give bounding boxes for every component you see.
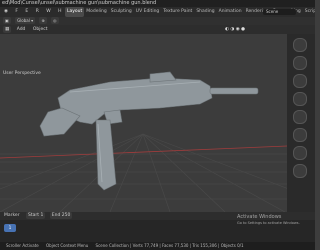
status-bar: Scroller Activate Object Context Menu Sc… — [0, 242, 315, 250]
navigation-gizmo-column — [287, 34, 315, 212]
windows-activation-watermark: Activate Windows Go to Settings to activ… — [237, 214, 300, 226]
viewport-overlay-label: User Perspective — [3, 71, 41, 76]
menu-marker[interactable]: Marker — [2, 212, 22, 220]
gun-barrel — [209, 87, 259, 95]
tab-modeling[interactable]: Modeling — [84, 7, 108, 17]
current-frame-indicator[interactable]: 1 — [4, 224, 16, 232]
pan-hand-icon[interactable] — [293, 74, 307, 88]
menu-help[interactable]: H — [56, 7, 63, 17]
tab-shading[interactable]: Shading — [194, 7, 216, 17]
tab-animation[interactable]: Animation — [217, 7, 244, 17]
properties-render-icon[interactable] — [293, 128, 307, 142]
menu-object[interactable]: Object — [31, 25, 50, 34]
menu-file[interactable]: F — [13, 7, 20, 17]
properties-material-icon[interactable] — [293, 164, 307, 178]
transform-orientation-dropdown[interactable]: Global ▾ — [15, 17, 36, 24]
tab-sculpting[interactable]: Sculpting — [109, 7, 134, 17]
properties-object-icon[interactable] — [293, 146, 307, 160]
status-left: Scroller Activate — [6, 243, 39, 248]
proportional-icon[interactable]: ◎ — [51, 17, 59, 24]
perspective-toggle-icon[interactable] — [293, 110, 307, 124]
frame-start-value: 1 — [40, 213, 44, 218]
window-titlebar: ed\Mod\Cunsel\unsel\submachine gun\subma… — [0, 0, 315, 7]
frame-end-value: 250 — [61, 213, 71, 218]
navigation-gizmo[interactable] — [293, 38, 307, 52]
scene-selector[interactable]: Scene — [263, 9, 296, 15]
tab-layout[interactable]: Layout — [64, 7, 85, 17]
status-right: Scene Collection | Verts 77,749 | Faces … — [95, 243, 244, 248]
window-title: ed\Mod\Cunsel\unsel\submachine gun\subma… — [2, 0, 157, 6]
menu-window[interactable]: W — [44, 7, 52, 17]
viewport-shading-icons[interactable]: ◐ ◑ ◉ ● — [225, 25, 245, 34]
status-mid: Object Context Menu — [46, 243, 89, 248]
blender-logo-icon[interactable]: ◉ — [2, 7, 10, 17]
menu-add[interactable]: Add — [15, 25, 28, 34]
watermark-line-2: Go to Settings to activate Windows. — [237, 221, 300, 225]
snap-icon[interactable]: ⊕ — [39, 17, 47, 24]
menu-edit[interactable]: E — [23, 7, 30, 17]
tab-uv-editing[interactable]: UV Editing — [134, 7, 161, 17]
viewport-canvas[interactable] — [0, 34, 287, 212]
tool-header: ▣ Global ▾ ⊕ ◎ — [0, 17, 315, 25]
select-mode-icon[interactable]: ▣ — [3, 17, 11, 24]
frame-start-field[interactable]: Start 1 — [26, 212, 46, 219]
tab-texture-paint[interactable]: Texture Paint — [161, 7, 194, 17]
camera-view-icon[interactable] — [293, 92, 307, 106]
viewport-header: ▦ Add Object ◐ ◑ ◉ ● — [0, 25, 315, 34]
transform-orientation-label: Global — [17, 18, 30, 23]
menu-render[interactable]: R — [34, 7, 41, 17]
3d-viewport[interactable]: User Perspective — [0, 34, 287, 212]
zoom-icon[interactable] — [293, 56, 307, 70]
editor-type-icon[interactable]: ▦ — [3, 26, 12, 33]
tab-scripting[interactable]: Scripting — [303, 7, 315, 17]
frame-end-field[interactable]: End 250 — [49, 212, 73, 219]
